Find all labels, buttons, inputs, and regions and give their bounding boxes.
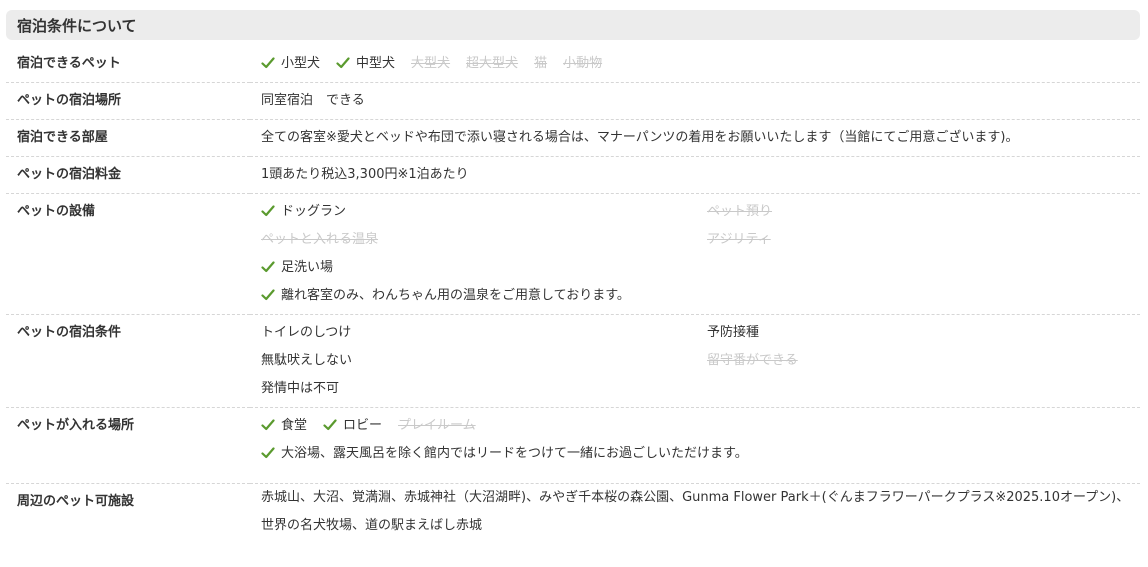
row-label: ペットの宿泊場所 [17,93,122,108]
row-fee: ペットの宿泊料金 1頭あたり税込3,300円※1泊あたり [6,157,1140,194]
condition-no-barking: 無駄吠えしない [261,353,353,368]
row-label: ペットの宿泊料金 [17,167,122,182]
area-playroom: プレイルーム [398,418,476,433]
row-label: ペットが入れる場所 [17,418,135,433]
row-label: 周辺のペット可施設 [17,494,135,509]
stay-place-value: 同室宿泊 できる [261,93,365,108]
condition-no-heat: 発情中は不可 [261,381,340,396]
row-stay-place: ペットの宿泊場所 同室宿泊 できる [6,83,1140,120]
nearby-value: 赤城山、大沼、覚満淵、赤城神社（大沼湖畔)、みやぎ千本桜の森公園、Gunma F… [261,490,1130,533]
check-icon [261,50,277,78]
check-icon [261,198,277,226]
check-icon [261,282,277,310]
facility-pet-onsen: ペットと入れる温泉 [261,232,379,247]
allowed-area-note: 大浴場、露天風呂を除く館内ではリードをつけて一緒にお過ごしいただけます。 [261,440,748,468]
condition-list: トイレのしつけ 予防接種 無駄吠えしない 留守番ができる 発情中は不可 [261,319,1140,403]
check-icon [336,50,352,78]
pet-type-medium-dog: 中型犬 [336,50,395,78]
fee-value: 1頭あたり税込3,300円※1泊あたり [261,167,469,182]
row-label: ペットの設備 [17,204,96,219]
area-lobby: ロビー [323,412,382,440]
row-allowed-areas: ペットが入れる場所 食堂 ロビー プレイルーム 大浴場、露天風呂を除く館内ではリ… [6,408,1140,484]
row-nearby: 周辺のペット可施設 赤城山、大沼、覚満淵、赤城神社（大沼湖畔)、みやぎ千本桜の森… [6,484,1140,542]
pet-type-large-dog: 大型犬 [411,56,451,71]
facility-list: ドッグラン ペット預り ペットと入れる温泉 アジリティ 足洗い場 離れ客室のみ、… [261,198,1140,310]
check-icon [261,254,277,282]
pet-type-xlarge-dog: 超大型犬 [466,56,519,71]
pet-stay-conditions-panel: 宿泊条件について 宿泊できるペット 小型犬 中型犬 大型犬 超大型犬 猫 小動物… [0,10,1148,567]
row-rooms: 宿泊できる部屋 全ての客室※愛犬とベッドや布団で添い寝される場合は、マナーパンツ… [6,120,1140,157]
row-label: ペットの宿泊条件 [17,325,122,340]
section-title: 宿泊条件について [6,10,1140,40]
row-label: 宿泊できるペット [17,56,121,71]
allowed-area-list: 食堂 ロビー プレイルーム [261,412,1140,440]
row-label: 宿泊できる部屋 [17,130,108,145]
condition-toilet-trained: トイレのしつけ [261,325,352,340]
pet-type-cat: 猫 [534,56,548,71]
conditions-table: 宿泊できるペット 小型犬 中型犬 大型犬 超大型犬 猫 小動物 ペットの宿泊場所… [6,46,1140,541]
pet-type-list: 小型犬 中型犬 大型犬 超大型犬 猫 小動物 [261,50,1140,78]
row-conditions: ペットの宿泊条件 トイレのしつけ 予防接種 無駄吠えしない 留守番ができる 発情… [6,315,1140,408]
facility-pet-care: ペット預り [707,204,773,219]
facility-agility: アジリティ [707,232,771,247]
row-pet-types: 宿泊できるペット 小型犬 中型犬 大型犬 超大型犬 猫 小動物 [6,46,1140,83]
check-icon [261,440,277,468]
row-facilities: ペットの設備 ドッグラン ペット預り ペットと入れる温泉 アジリティ 足洗い場 … [6,194,1140,315]
area-dining: 食堂 [261,412,307,440]
pet-type-small-dog: 小型犬 [261,50,320,78]
facility-note: 離れ客室のみ、わんちゃん用の温泉をご用意しております。 [261,282,1127,310]
condition-stay-alone: 留守番ができる [707,353,798,368]
check-icon [261,412,277,440]
pet-type-small-animal: 小動物 [563,56,603,71]
facility-foot-wash: 足洗い場 [261,254,1127,282]
facility-dog-run: ドッグラン [261,198,707,226]
check-icon [323,412,339,440]
condition-vaccinated: 予防接種 [707,325,760,340]
rooms-value: 全ての客室※愛犬とベッドや布団で添い寝される場合は、マナーパンツの着用をお願いい… [261,130,1019,145]
